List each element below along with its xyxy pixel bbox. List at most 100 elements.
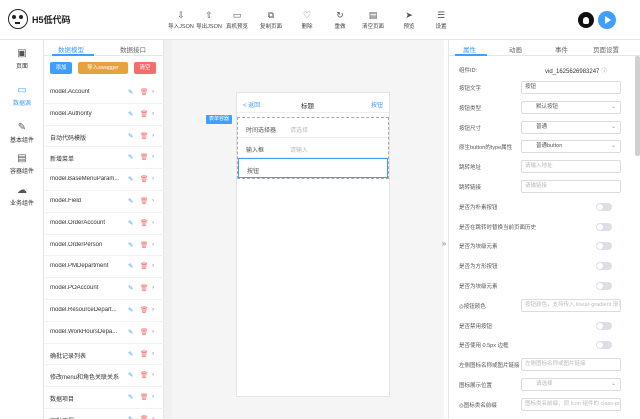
nav-item-basic-component[interactable]: ✎ 基本组件 xyxy=(0,122,44,144)
delete-icon[interactable]: 🗑 xyxy=(140,197,148,205)
list-item[interactable]: 数据项目 ✎ 🗑 › xyxy=(44,387,164,409)
chevron-right-icon[interactable]: › xyxy=(152,306,154,313)
delete-icon[interactable]: 🗑 xyxy=(140,306,148,314)
toolbar-button-5[interactable]: ↻ 重做 xyxy=(325,10,355,30)
chevron-right-icon[interactable]: › xyxy=(152,284,154,291)
property-select[interactable]: 普通 ⌄ xyxy=(521,120,621,134)
chevron-right-icon[interactable]: › xyxy=(152,110,154,117)
edit-icon[interactable]: ✎ xyxy=(128,284,133,292)
nav-item-business-component[interactable]: ☁ 业务组件 xyxy=(0,185,44,207)
button-component-selected[interactable]: 按钮 xyxy=(238,158,388,178)
chevron-right-icon[interactable]: › xyxy=(152,393,154,400)
edit-icon[interactable]: ✎ xyxy=(128,219,133,227)
list-item[interactable]: model.OrderAccount ✎ 🗑 › xyxy=(44,213,164,235)
edit-icon[interactable]: ✎ xyxy=(128,110,133,118)
list-item[interactable]: model.BaseMenuParam... ✎ 🗑 › xyxy=(44,169,164,191)
nav-item-datasource[interactable]: ▭ 数据源 xyxy=(0,85,44,107)
chevron-right-icon[interactable]: › xyxy=(152,132,154,139)
delete-icon[interactable]: 🗑 xyxy=(140,350,148,358)
property-select[interactable]: 默认按钮 ⌄ xyxy=(521,100,621,114)
delete-icon[interactable]: 🗑 xyxy=(140,328,148,336)
tab-page-settings[interactable]: 页面设置 xyxy=(593,44,619,54)
property-switch[interactable] xyxy=(596,222,612,231)
property-input[interactable]: 按钮颜色，支持传入 linear-gradient 渐变色 xyxy=(521,298,621,312)
delete-icon[interactable]: 🗑 xyxy=(140,153,148,161)
toolbar-button-2[interactable]: ▭ 真机预览 xyxy=(222,10,252,30)
clear-models-button[interactable]: 清空 xyxy=(134,62,156,74)
list-item[interactable]: 修改menu和角色关联关系 ✎ 🗑 › xyxy=(44,365,164,388)
toolbar-button-3[interactable]: ⧉ 复制页面 xyxy=(256,10,286,30)
edit-icon[interactable]: ✎ xyxy=(128,328,133,336)
property-input[interactable]: 请输入地址 xyxy=(521,160,621,174)
property-switch[interactable] xyxy=(596,341,612,350)
chevron-right-icon[interactable]: › xyxy=(152,241,154,248)
property-switch[interactable] xyxy=(596,242,612,251)
chevron-right-icon[interactable]: › xyxy=(152,328,154,335)
add-model-button[interactable]: 添加 xyxy=(50,62,72,74)
form-row-time-picker[interactable]: 时间选择器 请选择 xyxy=(238,118,388,138)
property-select[interactable]: 请选择 ⌄ xyxy=(521,378,621,391)
list-item[interactable]: model.Account ✎ 🗑 › xyxy=(44,82,164,104)
delete-icon[interactable]: 🗑 xyxy=(140,262,148,270)
property-switch[interactable] xyxy=(596,321,612,330)
chevron-right-icon[interactable]: › xyxy=(152,371,154,378)
property-input[interactable]: 左侧图标名称或图片链接 xyxy=(521,358,621,372)
list-item[interactable]: model.ResourceDepart... ✎ 🗑 › xyxy=(44,300,164,322)
toolbar-button-1[interactable]: ⇧ 导出JSON xyxy=(194,10,224,30)
delete-icon[interactable]: 🗑 xyxy=(140,241,148,249)
nav-item-page[interactable]: ▣ 页面 xyxy=(0,48,44,70)
delete-icon[interactable]: 🗑 xyxy=(140,110,148,118)
property-scrollbar[interactable] xyxy=(635,56,640,156)
collapse-panel-icon[interactable]: » xyxy=(440,234,448,254)
edit-icon[interactable]: ✎ xyxy=(128,393,133,401)
edit-icon[interactable]: ✎ xyxy=(128,371,133,379)
edit-icon[interactable]: ✎ xyxy=(128,306,133,314)
delete-icon[interactable]: 🗑 xyxy=(140,284,148,292)
edit-icon[interactable]: ✎ xyxy=(128,153,133,161)
list-item[interactable]: model.OrderPerson ✎ 🗑 › xyxy=(44,235,164,257)
list-item[interactable]: 自动代码模版 ✎ 🗑 › xyxy=(44,126,164,148)
chevron-right-icon[interactable]: › xyxy=(152,350,154,357)
delete-icon[interactable]: 🗑 xyxy=(140,132,148,140)
delete-icon[interactable]: 🗑 xyxy=(140,415,148,419)
list-item[interactable]: model.POAccount ✎ 🗑 › xyxy=(44,278,164,300)
nav-item-container-component[interactable]: ▤ 容器组件 xyxy=(0,153,44,175)
edit-icon[interactable]: ✎ xyxy=(128,241,133,249)
chevron-right-icon[interactable]: › xyxy=(152,175,154,182)
toolbar-button-6[interactable]: ▤ 清空页面 xyxy=(358,10,388,30)
chevron-right-icon[interactable]: › xyxy=(152,153,154,160)
edit-icon[interactable]: ✎ xyxy=(128,415,133,419)
list-item[interactable]: 审批流程✎🗑› xyxy=(44,409,164,419)
property-input[interactable]: 请输链接 xyxy=(521,180,621,193)
chevron-right-icon[interactable]: › xyxy=(152,262,154,269)
chevron-right-icon[interactable]: › xyxy=(152,197,154,204)
delete-icon[interactable]: 🗑 xyxy=(140,219,148,227)
delete-icon[interactable]: 🗑 xyxy=(140,393,148,401)
toolbar-button-0[interactable]: ⇩ 导入JSON xyxy=(166,10,196,30)
tab-events[interactable]: 事件 xyxy=(555,44,568,54)
tab-data-model[interactable]: 数据模型 xyxy=(58,44,84,54)
property-switch[interactable] xyxy=(596,202,612,211)
form-container[interactable]: 时间选择器 请选择 输入框 请输入 按钮 xyxy=(237,117,389,179)
phone-nav-bar[interactable]: < 返回 标题 按钮 xyxy=(237,93,389,113)
property-switch[interactable] xyxy=(596,262,612,271)
import-swagger-button[interactable]: 导入swagger xyxy=(78,62,128,74)
edit-icon[interactable]: ✎ xyxy=(128,197,133,205)
tab-properties[interactable]: 属性 xyxy=(463,44,476,54)
property-input[interactable]: 按钮 xyxy=(521,81,621,94)
edit-icon[interactable]: ✎ xyxy=(128,350,133,358)
tab-animation[interactable]: 动画 xyxy=(509,44,522,54)
edit-icon[interactable]: ✎ xyxy=(128,132,133,140)
edit-icon[interactable]: ✎ xyxy=(128,175,133,183)
nav-back-link[interactable]: < 返回 xyxy=(243,100,260,109)
list-item[interactable]: model.Authority ✎ 🗑 › xyxy=(44,104,164,126)
chevron-right-icon[interactable]: › xyxy=(152,415,154,419)
delete-icon[interactable]: 🗑 xyxy=(140,175,148,183)
property-switch[interactable] xyxy=(596,282,612,290)
edit-icon[interactable]: ✎ xyxy=(128,88,133,96)
list-item[interactable]: 新增菜单 ✎ 🗑 › xyxy=(44,147,164,170)
toolbar-button-8[interactable]: ☰ 设置 xyxy=(426,10,456,30)
edit-icon[interactable]: ✎ xyxy=(128,262,133,270)
property-input[interactable]: 图标类名前缀，同 Icon 组件的 class-pref xyxy=(521,397,621,411)
delete-icon[interactable]: 🗑 xyxy=(140,371,148,379)
